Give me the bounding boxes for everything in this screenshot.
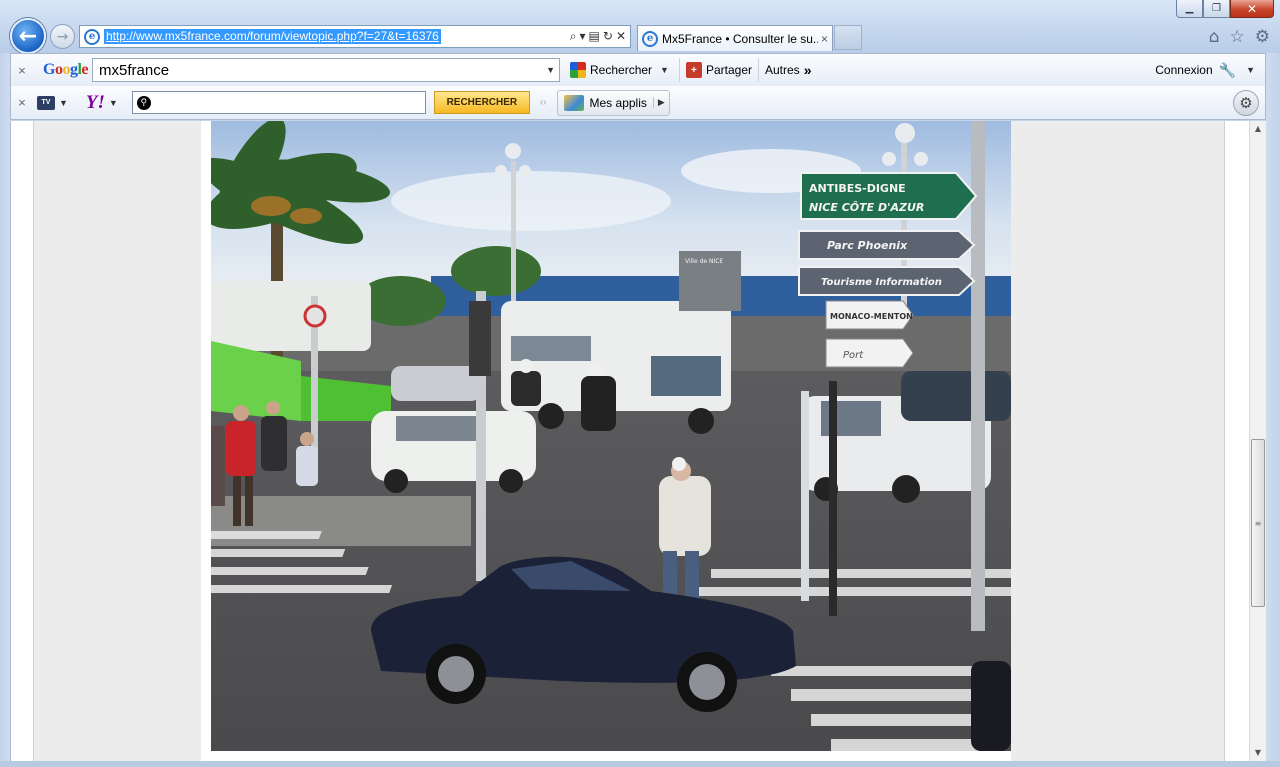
stop-icon[interactable]: ✕: [616, 29, 626, 44]
google-toolbar-right: Connexion 🔧 ▼: [1155, 62, 1265, 79]
left-gutter: [33, 121, 201, 761]
back-button[interactable]: ←: [10, 18, 46, 54]
dropdown-arrow-icon[interactable]: ▾: [580, 29, 586, 44]
favorites-star-icon[interactable]: ☆: [1230, 27, 1245, 47]
sign-tourisme: Tourisme Information: [821, 277, 942, 288]
chevron-down-icon[interactable]: ▼: [1246, 65, 1255, 75]
google-toolbar: × Google mx5france ▼ Rechercher ▼ + Part…: [10, 53, 1266, 86]
forward-button[interactable]: →: [50, 24, 75, 49]
grip-icon: ≡: [1254, 518, 1262, 528]
tab-mx5france[interactable]: e Mx5France • Consulter le su... ×: [637, 25, 833, 51]
maximize-button[interactable]: ❐: [1203, 0, 1230, 18]
yahoo-search-button[interactable]: RECHERCHER: [433, 91, 530, 114]
forward-arrow-icon: →: [56, 28, 69, 45]
chevron-down-icon[interactable]: ▼: [546, 65, 555, 75]
back-arrow-icon: ←: [18, 23, 38, 49]
toolbar-separator-icon[interactable]: ‹›: [540, 97, 547, 108]
vertical-scrollbar[interactable]: ▲ ≡ ▼: [1249, 121, 1266, 761]
sign-nice: NICE CÔTE D'AZUR: [809, 200, 924, 214]
google-search-input[interactable]: mx5france ▼: [92, 58, 561, 82]
sign-ville: Ville de NICE: [685, 258, 723, 265]
tab-title: Mx5France • Consulter le su...: [662, 31, 818, 46]
sign-monaco: MONACO-MENTON: [830, 312, 913, 321]
address-tools: ⌕ ▾ ▤ ↻ ✕: [570, 29, 630, 44]
wrench-icon[interactable]: 🔧: [1219, 62, 1236, 79]
scroll-up-icon[interactable]: ▲: [1250, 121, 1266, 137]
sign-port: Port: [843, 350, 864, 361]
page-content: ANTIBES-DIGNE NICE CÔTE D'AZUR Parc Phoe…: [10, 121, 1266, 761]
tv-icon[interactable]: TV: [37, 95, 55, 110]
address-url[interactable]: http://www.mx5france.com/forum/viewtopic…: [104, 29, 441, 44]
share-button[interactable]: + Partager: [680, 58, 759, 82]
minimize-icon: ▁: [1185, 3, 1194, 14]
close-toolbar-icon[interactable]: ×: [11, 63, 33, 78]
close-toolbar-icon[interactable]: ×: [11, 95, 33, 110]
my-apps-button[interactable]: Mes applis ▶: [556, 89, 670, 116]
chevron-down-icon: ▼: [660, 65, 669, 75]
scroll-down-icon[interactable]: ▼: [1250, 745, 1266, 761]
google-search-button[interactable]: Rechercher ▼: [564, 58, 680, 82]
google-search-value: mx5france: [99, 61, 170, 79]
google-search-icon: [570, 62, 587, 78]
window-bottom-frame: [0, 761, 1280, 767]
browser-right-icons: ⌂ ☆ ⚙: [1209, 27, 1270, 47]
share-label: Partager: [705, 63, 752, 77]
more-button[interactable]: Autres »: [759, 58, 817, 82]
search-icon: ⚲: [136, 95, 151, 110]
sign-antibes: ANTIBES-DIGNE: [809, 182, 906, 195]
tab-close-icon[interactable]: ×: [821, 32, 828, 46]
right-gutter: [1011, 121, 1225, 761]
home-icon[interactable]: ⌂: [1209, 27, 1220, 47]
window-controls: ▁ ❐ ✕: [1176, 0, 1274, 18]
sign-parc: Parc Phoenix: [827, 239, 908, 252]
close-window-button[interactable]: ✕: [1230, 0, 1274, 18]
share-icon: +: [685, 62, 702, 78]
tools-gear-icon[interactable]: ⚙: [1255, 27, 1270, 47]
settings-gear-button[interactable]: ⚙: [1233, 89, 1259, 116]
scroll-thumb[interactable]: ≡: [1251, 439, 1265, 607]
address-bar[interactable]: e http://www.mx5france.com/forum/viewtop…: [79, 25, 631, 48]
search-icon[interactable]: ⌕: [570, 29, 577, 44]
window-left-frame: [0, 53, 10, 767]
apps-icon: [563, 94, 584, 111]
yahoo-logo[interactable]: Y!: [86, 92, 105, 114]
refresh-icon[interactable]: ↻: [603, 29, 613, 44]
restore-icon: ❐: [1212, 3, 1221, 14]
forum-photo: ANTIBES-DIGNE NICE CÔTE D'AZUR Parc Phoe…: [211, 121, 1011, 751]
compatibility-icon[interactable]: ▤: [589, 29, 600, 44]
yahoo-toolbar: × TV ▼ Y! ▼ ⚲ RECHERCHER ‹› Mes applis ▶…: [10, 86, 1266, 120]
google-search-label: Rechercher: [590, 63, 653, 77]
window-right-frame: [1266, 53, 1280, 767]
login-link[interactable]: Connexion: [1155, 63, 1212, 77]
more-label: Autres: [765, 63, 800, 77]
chevron-down-icon[interactable]: ▼: [109, 98, 118, 108]
double-chevron-icon: »: [803, 62, 812, 78]
chevron-right-icon[interactable]: ▶: [652, 97, 665, 108]
google-logo: Google: [43, 61, 89, 78]
ie-tab-icon: e: [642, 30, 658, 47]
gear-icon: ⚙: [1239, 94, 1253, 112]
street-scene-image: ANTIBES-DIGNE NICE CÔTE D'AZUR Parc Phoe…: [211, 121, 1011, 751]
apps-label: Mes applis: [589, 95, 647, 110]
new-tab-button[interactable]: [834, 25, 862, 50]
minimize-button[interactable]: ▁: [1176, 0, 1203, 18]
yahoo-search-input[interactable]: ⚲: [131, 91, 426, 114]
ie-page-icon: e: [84, 28, 100, 45]
chevron-down-icon[interactable]: ▼: [59, 98, 68, 108]
